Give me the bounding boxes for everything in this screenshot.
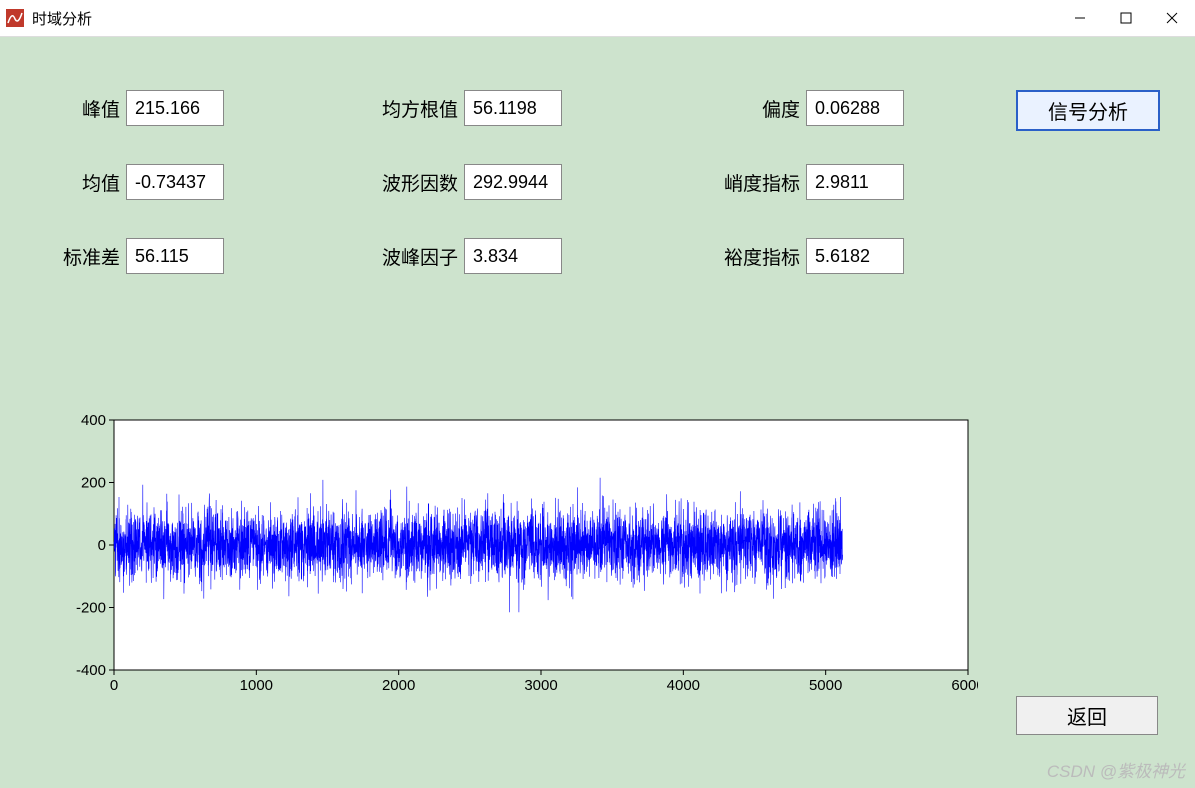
minimize-button[interactable] <box>1057 0 1103 36</box>
margin-value[interactable]: 5.6182 <box>806 238 904 274</box>
shape-value[interactable]: 292.9944 <box>464 164 562 200</box>
analyze-button[interactable]: 信号分析 <box>1016 90 1160 131</box>
svg-text:400: 400 <box>81 412 106 429</box>
rms-label: 均方根值 <box>358 95 458 122</box>
svg-text:3000: 3000 <box>524 677 557 694</box>
kurt-value[interactable]: 2.9811 <box>806 164 904 200</box>
peak-label: 峰值 <box>40 95 120 122</box>
svg-text:4000: 4000 <box>667 677 700 694</box>
rms-value[interactable]: 56.1198 <box>464 90 562 126</box>
window-title: 时域分析 <box>32 8 92 29</box>
mean-value[interactable]: -0.73437 <box>126 164 224 200</box>
peak-value[interactable]: 215.166 <box>126 90 224 126</box>
svg-text:5000: 5000 <box>809 677 842 694</box>
maximize-button[interactable] <box>1103 0 1149 36</box>
crest-label: 波峰因子 <box>358 243 458 270</box>
svg-text:0: 0 <box>110 677 118 694</box>
std-label: 标准差 <box>40 243 120 270</box>
margin-label: 裕度指标 <box>700 243 800 270</box>
svg-text:2000: 2000 <box>382 677 415 694</box>
back-button[interactable]: 返回 <box>1016 696 1158 735</box>
svg-text:200: 200 <box>81 475 106 492</box>
crest-value[interactable]: 3.834 <box>464 238 562 274</box>
svg-text:0: 0 <box>98 537 106 554</box>
svg-text:1000: 1000 <box>240 677 273 694</box>
svg-text:-400: -400 <box>76 662 106 679</box>
signal-plot: 0 1000 2000 3000 4000 5000 6000 -400 -200 0 200 400 <box>58 402 978 702</box>
svg-text:6000: 6000 <box>951 677 978 694</box>
close-button[interactable] <box>1149 0 1195 36</box>
mean-label: 均值 <box>40 169 120 196</box>
app-icon <box>6 9 24 27</box>
svg-text:-200: -200 <box>76 600 106 617</box>
std-value[interactable]: 56.115 <box>126 238 224 274</box>
kurt-label: 峭度指标 <box>700 169 800 196</box>
content-area: 峰值 215.166 均值 -0.73437 标准差 56.115 均方根值 5… <box>0 36 1195 788</box>
skew-value[interactable]: 0.06288 <box>806 90 904 126</box>
skew-label: 偏度 <box>700 95 800 122</box>
shape-label: 波形因数 <box>358 169 458 196</box>
watermark: CSDN @紫极神光 <box>1047 757 1185 782</box>
titlebar: 时域分析 <box>0 0 1195 37</box>
